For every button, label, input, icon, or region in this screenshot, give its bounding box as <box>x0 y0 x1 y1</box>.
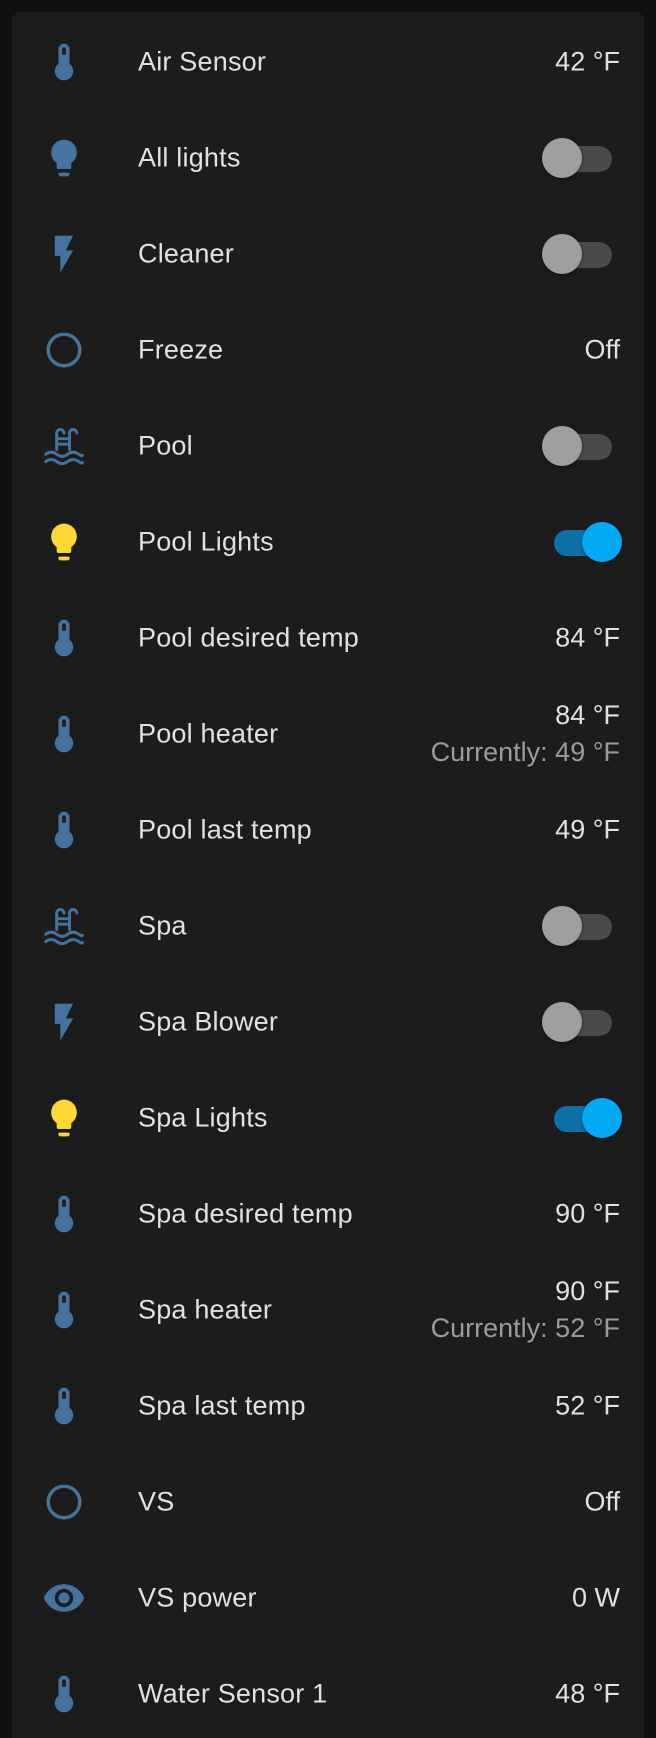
entity-row-air-sensor[interactable]: Air Sensor 42 °F <box>12 14 644 110</box>
entity-row-spa-blower[interactable]: Spa Blower <box>12 974 644 1070</box>
flash-icon <box>42 232 86 276</box>
circle-outline-icon <box>42 1480 86 1524</box>
toggle-switch[interactable] <box>542 1096 622 1140</box>
entity-row-pool-desired-temp[interactable]: Pool desired temp 84 °F <box>12 590 644 686</box>
entity-name: Pool desired temp <box>138 622 360 653</box>
entity-row-spa[interactable]: Spa <box>12 878 644 974</box>
thermometer-icon <box>42 1672 86 1716</box>
entity-name: Water Sensor 1 <box>138 1678 328 1709</box>
state-value: 90 °F <box>555 1198 620 1229</box>
entity-name: All lights <box>138 142 241 173</box>
thermometer-icon <box>42 616 86 660</box>
toggle-switch[interactable] <box>542 424 620 468</box>
entity-name: Spa desired temp <box>138 1198 353 1229</box>
toggle-thumb <box>542 234 582 274</box>
toggle-switch[interactable] <box>542 232 620 276</box>
entity-name: VS power <box>138 1582 257 1613</box>
entity-name: Spa heater <box>138 1294 273 1325</box>
state-value: 0 W <box>571 1582 620 1613</box>
entity-name: VS <box>138 1486 175 1517</box>
entity-state: 52 °F <box>555 1391 620 1422</box>
circle-outline-icon <box>42 328 86 372</box>
entity-name: Spa Lights <box>138 1102 268 1133</box>
thermometer-icon <box>42 808 86 852</box>
toggle-thumb <box>542 1002 582 1042</box>
thermometer-icon <box>42 40 86 84</box>
entity-name: Spa Blower <box>138 1006 279 1037</box>
toggle-switch[interactable] <box>542 1000 620 1044</box>
lightbulb-icon <box>42 136 86 180</box>
entity-state: 84 °F <box>555 623 620 654</box>
entity-name: Pool last temp <box>138 814 312 845</box>
entity-state: 84 °F Currently: 49 °F <box>431 700 620 768</box>
state-value: 84 °F <box>555 622 620 653</box>
toggle-switch[interactable] <box>542 136 620 180</box>
lightbulb-icon <box>42 520 86 564</box>
toggle-thumb <box>582 522 622 562</box>
entity-name: Air Sensor <box>138 46 267 77</box>
state-value: Off <box>584 334 620 365</box>
entity-row-freeze[interactable]: Freeze Off <box>12 302 644 398</box>
pool-icon <box>42 904 86 948</box>
eye-icon <box>42 1576 86 1620</box>
entity-row-water-sensor-1[interactable]: Water Sensor 1 48 °F <box>12 1646 644 1738</box>
entity-row-vs[interactable]: VS Off <box>12 1454 644 1550</box>
state-value: Off <box>584 1486 620 1517</box>
entity-state: Off <box>584 335 620 366</box>
entity-name: Freeze <box>138 334 224 365</box>
entity-name: Pool <box>138 430 193 461</box>
thermometer-icon <box>42 1192 86 1236</box>
entity-state: 42 °F <box>555 47 620 78</box>
entity-state: 90 °F <box>555 1199 620 1230</box>
toggle-thumb <box>542 426 582 466</box>
entity-row-pool-heater[interactable]: Pool heater 84 °F Currently: 49 °F <box>12 686 644 782</box>
entity-state: Off <box>584 1487 620 1518</box>
entity-name: Spa <box>138 910 187 941</box>
state-value: 52 °F <box>555 1390 620 1421</box>
entity-state: 48 °F <box>555 1679 620 1710</box>
toggle-switch[interactable] <box>542 520 622 564</box>
state-value: 42 °F <box>555 46 620 77</box>
entity-row-cleaner[interactable]: Cleaner <box>12 206 644 302</box>
entity-state: 49 °F <box>555 815 620 846</box>
toggle-switch[interactable] <box>542 904 620 948</box>
entity-row-pool[interactable]: Pool <box>12 398 644 494</box>
entity-row-all-lights[interactable]: All lights <box>12 110 644 206</box>
entity-row-spa-desired-temp[interactable]: Spa desired temp 90 °F <box>12 1166 644 1262</box>
entity-row-spa-lights[interactable]: Spa Lights <box>12 1070 644 1166</box>
entity-name: Cleaner <box>138 238 234 269</box>
entity-state: 90 °F Currently: 52 °F <box>431 1276 620 1344</box>
pool-icon <box>42 424 86 468</box>
entities-card: Air Sensor 42 °F All lights Cleaner Free… <box>12 12 644 1738</box>
entity-list: Air Sensor 42 °F All lights Cleaner Free… <box>12 12 644 1738</box>
lightbulb-icon <box>42 1096 86 1140</box>
flash-icon <box>42 1000 86 1044</box>
entity-row-pool-last-temp[interactable]: Pool last temp 49 °F <box>12 782 644 878</box>
thermometer-icon <box>42 1288 86 1332</box>
target-temperature: 84 °F <box>555 700 620 730</box>
current-temperature: Currently: 49 °F <box>430 737 620 767</box>
toggle-thumb <box>542 138 582 178</box>
toggle-thumb <box>542 906 582 946</box>
thermometer-icon <box>42 1384 86 1428</box>
toggle-thumb <box>582 1098 622 1138</box>
thermometer-icon <box>42 712 86 756</box>
entity-row-spa-last-temp[interactable]: Spa last temp 52 °F <box>12 1358 644 1454</box>
target-temperature: 90 °F <box>555 1276 620 1306</box>
entity-name: Pool heater <box>138 718 279 749</box>
entity-name: Pool Lights <box>138 526 274 557</box>
entity-row-spa-heater[interactable]: Spa heater 90 °F Currently: 52 °F <box>12 1262 644 1358</box>
state-value: 48 °F <box>555 1678 620 1709</box>
current-temperature: Currently: 52 °F <box>430 1313 620 1343</box>
state-value: 49 °F <box>555 814 620 845</box>
entity-row-pool-lights[interactable]: Pool Lights <box>12 494 644 590</box>
entity-name: Spa last temp <box>138 1390 306 1421</box>
entity-state: 0 W <box>572 1583 620 1614</box>
entity-row-vs-power[interactable]: VS power 0 W <box>12 1550 644 1646</box>
